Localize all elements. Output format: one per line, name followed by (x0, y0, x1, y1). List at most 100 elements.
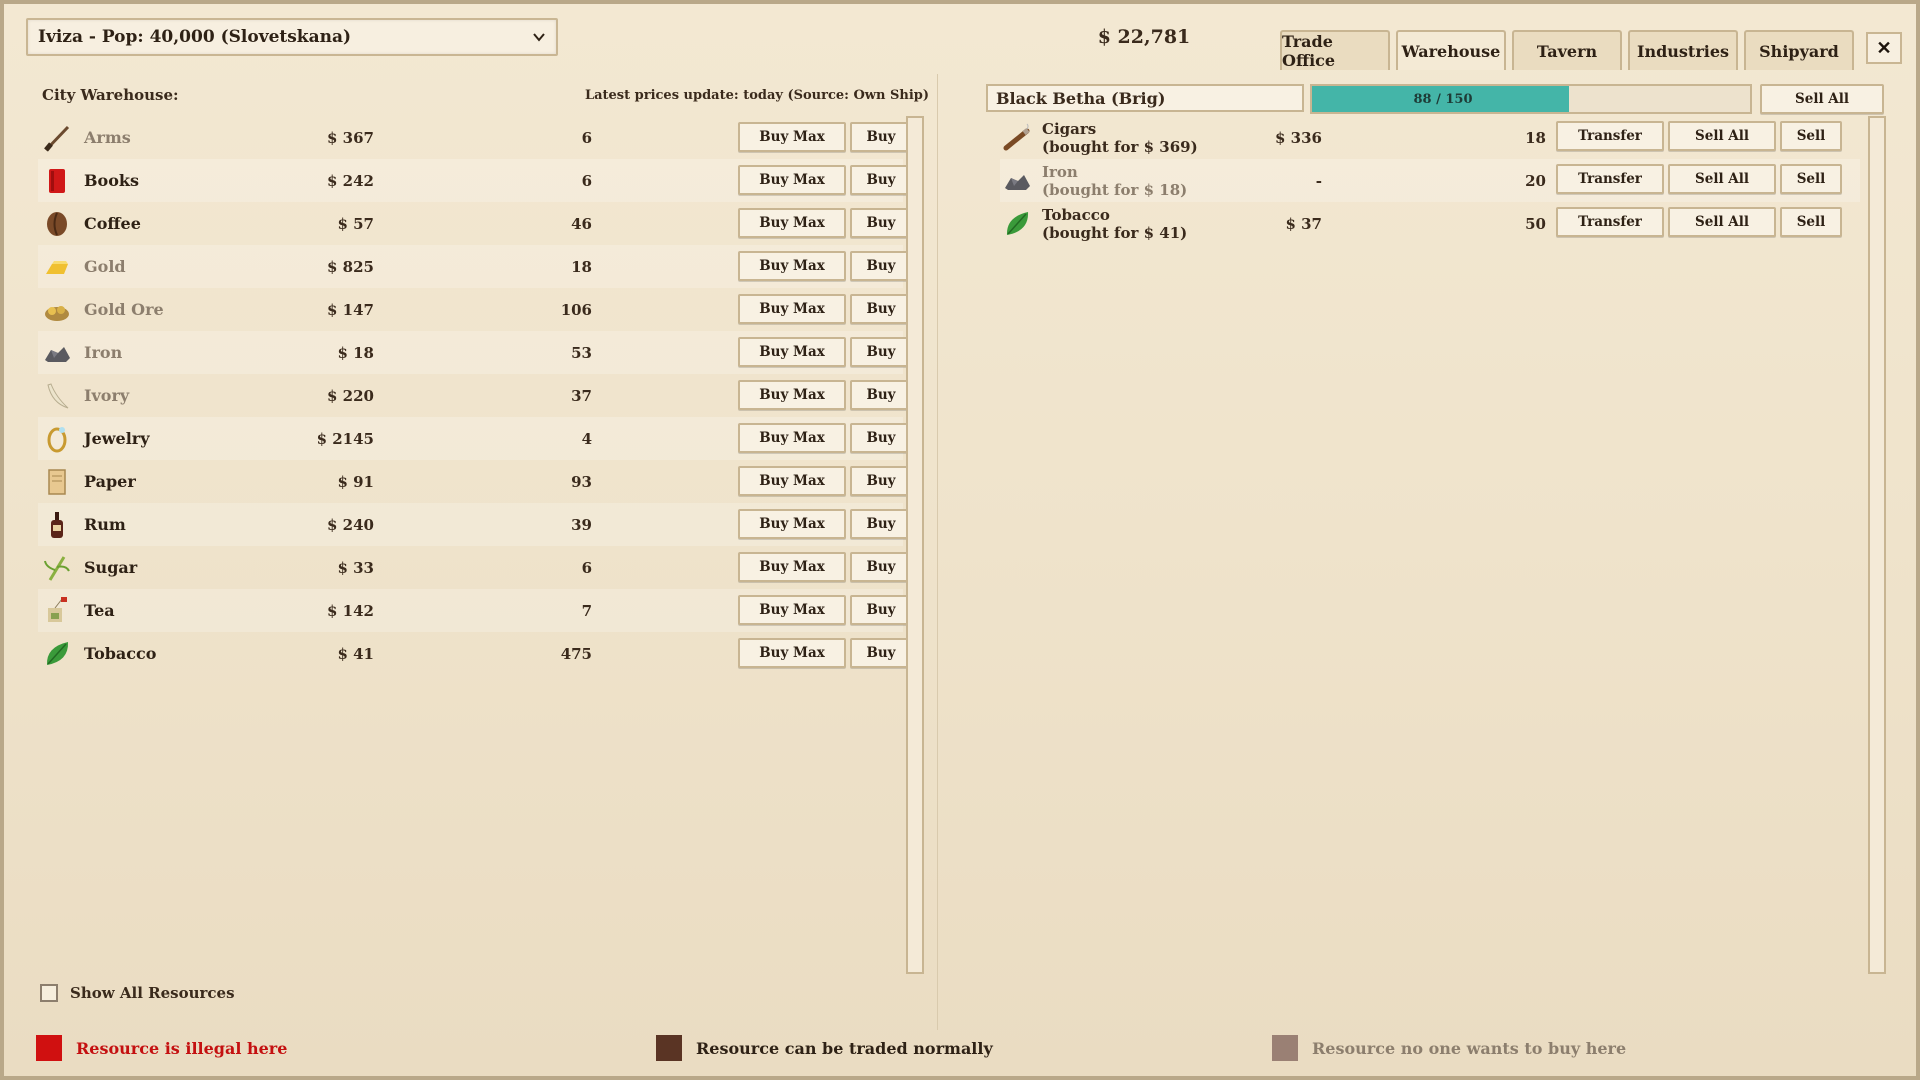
cargo-row: Tobacco (bought for $ 41) $ 37 50 Transfer Se… (1000, 202, 1860, 245)
transfer-button[interactable]: Transfer (1556, 207, 1664, 237)
cargo-scrollbar[interactable] (1868, 116, 1886, 974)
good-quantity: 6 (581, 171, 592, 190)
iron-ore-icon (42, 338, 72, 368)
good-name: Books (84, 171, 139, 190)
transfer-button[interactable]: Transfer (1556, 121, 1664, 151)
money-display: $ 22,781 (1097, 26, 1191, 48)
good-quantity: 6 (581, 128, 592, 147)
cargo-name: Iron (bought for $ 18) (1042, 163, 1272, 199)
good-price: $ 57 (337, 214, 374, 233)
buy-max-button[interactable]: Buy Max (738, 595, 846, 625)
buy-max-button[interactable]: Buy Max (738, 294, 846, 324)
good-quantity: 475 (560, 644, 592, 663)
tab-trade-office[interactable]: Trade Office (1280, 30, 1390, 70)
cargo-quantity: 50 (1525, 214, 1546, 233)
buy-max-button[interactable]: Buy Max (738, 638, 846, 668)
good-quantity: 18 (571, 257, 592, 276)
buy-button[interactable]: Buy (850, 638, 912, 668)
trade-window: Iviza - Pop: 40,000 (Slovetskana) $ 22,7… (0, 0, 1920, 1080)
buy-max-button[interactable]: Buy Max (738, 552, 846, 582)
city-warehouse-panel: City Warehouse: Latest prices update: to… (28, 74, 938, 1030)
transfer-button[interactable]: Transfer (1556, 164, 1664, 194)
buy-max-button[interactable]: Buy Max (738, 466, 846, 496)
show-all-resources-toggle[interactable]: Show All Resources (40, 984, 235, 1002)
warehouse-scrollbar[interactable] (906, 116, 924, 974)
warehouse-row: Rum $ 240 39 Buy Max Buy (38, 503, 912, 546)
buy-button[interactable]: Buy (850, 122, 912, 152)
cargo-bought-price: (bought for $ 18) (1042, 180, 1188, 199)
buy-button[interactable]: Buy (850, 251, 912, 281)
sell-all-button[interactable]: Sell All (1668, 164, 1776, 194)
buy-max-button[interactable]: Buy Max (738, 337, 846, 367)
good-name: Paper (84, 472, 136, 491)
good-price: $ 220 (327, 386, 374, 405)
good-quantity: 37 (571, 386, 592, 405)
buy-button[interactable]: Buy (850, 294, 912, 324)
good-price: $ 33 (337, 558, 374, 577)
buy-button[interactable]: Buy (850, 552, 912, 582)
sugarcane-icon (42, 553, 72, 583)
good-price: $ 242 (327, 171, 374, 190)
gold-bar-icon (42, 252, 72, 282)
warehouse-row: Sugar $ 33 6 Buy Max Buy (38, 546, 912, 589)
buy-button[interactable]: Buy (850, 208, 912, 238)
sell-all-cargo-button[interactable]: Sell All (1760, 84, 1884, 114)
show-all-checkbox[interactable] (40, 984, 58, 1002)
chevron-down-icon (533, 33, 545, 42)
cargo-quantity: 20 (1525, 171, 1546, 190)
cargo-quantity: 18 (1525, 128, 1546, 147)
city-dropdown-label: Iviza - Pop: 40,000 (Slovetskana) (38, 27, 352, 47)
buy-button[interactable]: Buy (850, 595, 912, 625)
good-quantity: 106 (560, 300, 592, 319)
legend-normal: Resource can be traded normally (656, 1035, 993, 1061)
buy-button[interactable]: Buy (850, 380, 912, 410)
warehouse-row: Iron $ 18 53 Buy Max Buy (38, 331, 912, 374)
good-name: Iron (84, 343, 123, 362)
cargo-row: Cigars (bought for $ 369) $ 336 18 Transfer S… (1000, 116, 1860, 159)
warehouse-title: City Warehouse: (42, 86, 179, 104)
city-dropdown[interactable]: Iviza - Pop: 40,000 (Slovetskana) (26, 18, 558, 56)
tab-warehouse[interactable]: Warehouse (1396, 30, 1506, 70)
good-price: $ 240 (327, 515, 374, 534)
sell-all-button[interactable]: Sell All (1668, 121, 1776, 151)
tab-tavern[interactable]: Tavern (1512, 30, 1622, 70)
close-button[interactable]: ✕ (1866, 32, 1902, 64)
ship-cargo-list: Cigars (bought for $ 369) $ 336 18 Transfer S… (1000, 116, 1860, 245)
buy-max-button[interactable]: Buy Max (738, 122, 846, 152)
close-icon: ✕ (1876, 37, 1892, 59)
warehouse-row: Books $ 242 6 Buy Max Buy (38, 159, 912, 202)
buy-max-button[interactable]: Buy Max (738, 423, 846, 453)
buy-max-button[interactable]: Buy Max (738, 251, 846, 281)
good-name: Rum (84, 515, 126, 534)
good-name: Gold Ore (84, 300, 164, 319)
tab-shipyard[interactable]: Shipyard (1744, 30, 1854, 70)
buy-max-button[interactable]: Buy Max (738, 208, 846, 238)
buy-button[interactable]: Buy (850, 423, 912, 453)
buy-max-button[interactable]: Buy Max (738, 509, 846, 539)
warehouse-row: Tea $ 142 7 Buy Max Buy (38, 589, 912, 632)
good-name: Arms (84, 128, 131, 147)
buy-max-button[interactable]: Buy Max (738, 165, 846, 195)
sell-button[interactable]: Sell (1780, 164, 1842, 194)
sell-button[interactable]: Sell (1780, 207, 1842, 237)
price-update-note: Latest prices update: today (Source: Own… (584, 88, 929, 103)
buy-button[interactable]: Buy (850, 509, 912, 539)
buy-max-button[interactable]: Buy Max (738, 380, 846, 410)
warehouse-row: Coffee $ 57 46 Buy Max Buy (38, 202, 912, 245)
ring-icon (42, 424, 72, 454)
coffee-bean-icon (42, 209, 72, 239)
good-name: Tea (84, 601, 115, 620)
ship-name[interactable]: Black Betha (Brig) (986, 84, 1304, 112)
warehouse-row: Arms $ 367 6 Buy Max Buy (38, 116, 912, 159)
buy-button[interactable]: Buy (850, 337, 912, 367)
good-price: $ 41 (337, 644, 374, 663)
legend-unwanted: Resource no one wants to buy here (1272, 1035, 1626, 1061)
tobacco-leaf-icon (42, 639, 72, 669)
sell-all-button[interactable]: Sell All (1668, 207, 1776, 237)
good-quantity: 6 (581, 558, 592, 577)
buy-button[interactable]: Buy (850, 165, 912, 195)
tab-industries[interactable]: Industries (1628, 30, 1738, 70)
legend-unwanted-swatch (1272, 1035, 1298, 1061)
sell-button[interactable]: Sell (1780, 121, 1842, 151)
buy-button[interactable]: Buy (850, 466, 912, 496)
